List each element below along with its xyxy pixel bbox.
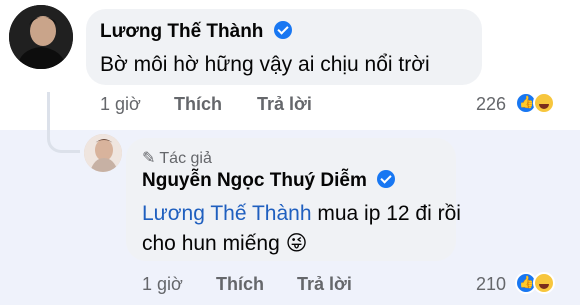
comment-text: Bờ môi hờ hững vậy ai chịu nổi trời <box>100 53 430 76</box>
comment-bubble: Lương Thế Thành Bờ môi hờ hững vậy ai ch… <box>86 9 482 85</box>
reply-text-line-2: cho hun miếng 😜 <box>142 232 308 255</box>
author-tag: ✎ Tác giả <box>142 150 212 167</box>
thread-connector <box>47 131 80 153</box>
reply-time[interactable]: 1 giờ <box>142 274 183 295</box>
reply-author[interactable]: Nguyễn Ngọc Thuý Diễm <box>142 170 367 192</box>
avatar[interactable] <box>9 5 73 69</box>
reaction-count[interactable]: 226 <box>476 94 506 115</box>
reply-button[interactable]: Trả lời <box>257 94 312 115</box>
comment-author[interactable]: Lương Thế Thành <box>100 21 263 43</box>
pen-icon: ✎ <box>142 150 156 167</box>
comment-actions: 1 giờ Thích Trả lời 226 <box>0 92 580 118</box>
reply-text-line-1: Lương Thế Thành mua ip 12 đi rồi <box>142 202 461 225</box>
comment-time[interactable]: 1 giờ <box>100 94 141 115</box>
verified-icon <box>377 170 396 188</box>
mention-link[interactable]: Lương Thế Thành <box>142 202 312 225</box>
verified-icon <box>273 21 292 39</box>
like-button[interactable]: Thích <box>216 274 264 295</box>
haha-reaction-icon <box>533 272 555 294</box>
like-button[interactable]: Thích <box>174 94 222 115</box>
reply-button[interactable]: Trả lời <box>297 274 352 295</box>
reaction-count[interactable]: 210 <box>476 274 506 295</box>
avatar[interactable] <box>84 134 122 172</box>
haha-reaction-icon <box>533 92 555 114</box>
reply-actions: 1 giờ Thích Trả lời 210 <box>0 272 580 298</box>
